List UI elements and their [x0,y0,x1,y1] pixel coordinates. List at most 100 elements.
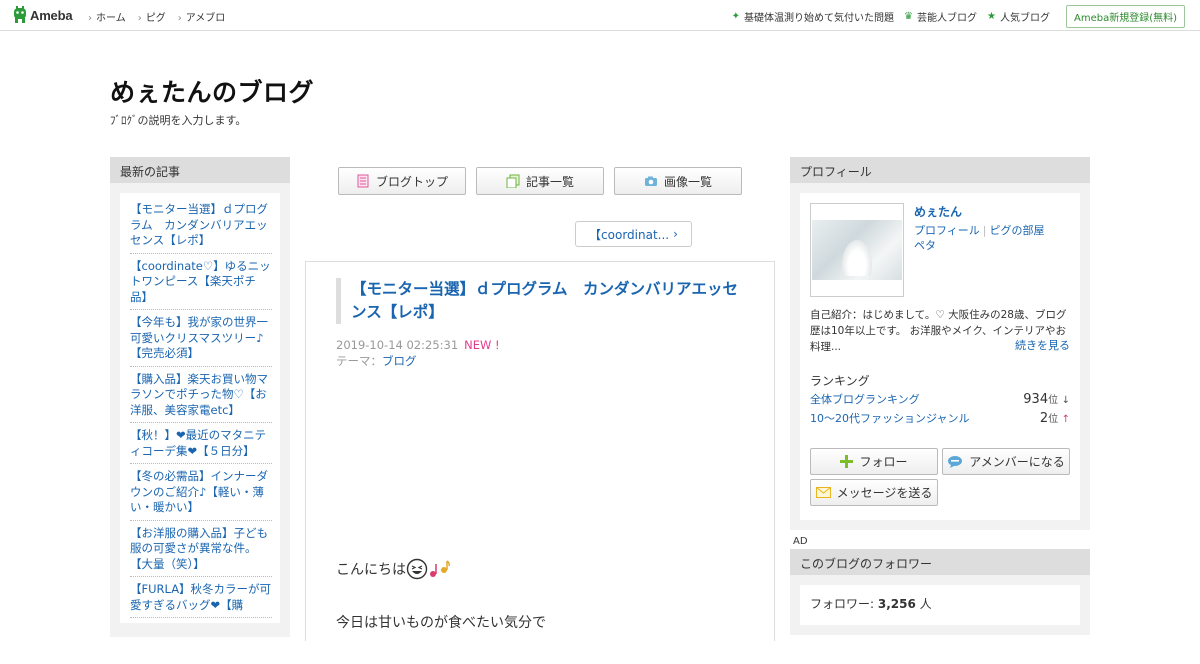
ranking-row: 全体ブログランキング 934位 ↓ [810,391,1070,407]
ranking-value: 2 [1039,411,1049,426]
list-item: 【冬の必需品】インナーダウンのご紹介♪【軽い・薄い・暖かい】 [130,464,272,521]
envelope-icon [815,487,831,498]
nav-home-link[interactable]: ホーム [88,9,126,24]
copy-icon [506,174,520,188]
follow-button[interactable]: フォロー [810,448,938,475]
entry-link[interactable]: 【FURLA】秋冬カラーが可愛すぎるバッグ❤【購 [130,582,271,612]
recent-entries-heading: 最新の記事 [110,157,290,183]
global-header: Ameba ホーム ピグ アメブロ ✦ 基礎体温測り始めて気付いた問題 ♛ 芸能… [0,0,1200,31]
entry-link[interactable]: 【モニター当選】ｄプログラム カンダンバリアエッセンス【レポ】 [130,202,268,247]
blog-title[interactable]: めぇたんのブログ [110,73,314,109]
entry-link[interactable]: 【お洋服の購入品】子ども服の可愛さが異常な件。【大量（笑）】 [130,526,268,571]
ranking-unit: 位 [1048,414,1059,425]
profile-link[interactable]: プロフィール [914,224,980,237]
profile-links: プロフィール | ピグの部屋 ペタ [914,224,1045,252]
new-badge: NEW ! [464,338,500,352]
article: 【モニター当選】ｄプログラム カンダンバリアエッセンス【レポ】 2019-10-… [305,261,775,641]
followers-body: フォロワー: 3,256 人 [800,585,1080,625]
sparkle-icon: ✦ [731,11,741,22]
entry-link[interactable]: 【今年も】我が家の世界一可愛いクリスマスツリー♪【完売必須】 [130,315,268,360]
ranking-heading: ランキング [810,374,870,388]
image-list-button[interactable]: 画像一覧 [614,167,742,195]
entry-link[interactable]: 【冬の必需品】インナーダウンのご紹介♪【軽い・薄い・暖かい】 [130,469,268,514]
previous-entry-link[interactable]: 【coordinat... › [575,221,692,247]
plus-icon [840,455,854,468]
ameba-logo-text: Ameba [30,7,73,23]
send-message-label: メッセージを送る [836,486,933,500]
profile-heading: プロフィール [790,157,1090,183]
article-text: こんにちは [336,562,406,578]
article-date: 2019-10-14 02:25:31 [336,338,459,352]
crown-icon: ♛ [904,11,914,22]
chat-bubble-icon [948,455,963,468]
list-item: 【今年も】我が家の世界一可愛いクリスマスツリー♪【完売必須】 [130,310,272,367]
register-button[interactable]: Ameba新規登録(無料) [1065,5,1185,28]
list-item: 【購入品】楽天お買い物マラソンでポチった物♡【お洋服、美容家電etc】 [130,367,272,423]
blog-nav-buttons: ブログトップ 記事一覧 画像一覧 [338,167,742,195]
entry-link[interactable]: 【秋！】❤最近のマタニティコーデ集❤【５日分】 [130,428,266,458]
blog-description: ﾌﾞﾛｸﾞの説明を入力します。 [110,114,247,127]
list-item: 【モニター当選】ｄプログラム カンダンバリアエッセンス【レポ】 [130,197,272,254]
profile-body: めぇたん プロフィール | ピグの部屋 ペタ 自己紹介：はじめまして。♡ 大阪住みの… [800,193,1080,520]
trending-topic-link[interactable]: ✦ 基礎体温測り始めて気付いた問題 [732,9,894,24]
trending-topic-label: 基礎体温測り始めて気付いた問題 [744,13,895,24]
follow-label: フォロー [859,455,908,469]
entry-link[interactable]: 【coordinate♡】ゆるニットワンピース【楽天ポチ品】 [130,259,271,304]
article-body: こんにちは 今日は甘いものが食べたい気分で [336,558,546,664]
entry-list-label: 記事一覧 [525,174,574,189]
theme-link[interactable]: ブログ [382,354,417,368]
chevron-right-icon: › [673,227,678,241]
entry-link[interactable]: 【購入品】楽天お買い物マラソンでポチった物♡【お洋服、美容家電etc】 [130,372,268,417]
list-item: 【お洋服の購入品】子ども服の可愛さが異常な件。【大量（笑）】 [130,521,272,577]
celebrity-blog-label: 芸能人ブログ [917,13,978,24]
nav-ameblo-link[interactable]: アメブロ [178,9,226,24]
image-list-label: 画像一覧 [663,174,712,189]
profile-image [812,220,902,280]
document-icon [357,174,369,188]
followers-count: 3,256 [877,597,916,611]
arrow-up-icon: ↑ [1061,414,1070,425]
theme-label: テーマ： [336,354,382,368]
list-item: 【coordinate♡】ゆるニットワンピース【楽天ポチ品】 [130,254,272,310]
ranking-label[interactable]: 10〜20代ファッションジャンル [810,410,969,426]
list-item: 【秋！】❤最近のマタニティコーデ集❤【５日分】 [130,423,272,464]
article-title[interactable]: 【モニター当選】ｄプログラム カンダンバリアエッセンス【レポ】 [336,278,746,324]
ameba-logo-icon [14,6,26,23]
entry-list-button[interactable]: 記事一覧 [476,167,604,195]
ranking-unit: 位 [1048,395,1059,406]
ranking-label[interactable]: 全体ブログランキング [810,391,920,407]
right-sidebar: プロフィール めぇたん プロフィール | ピグの部屋 ペタ 自己紹介：はじめまして。… [790,157,1090,635]
ameba-logo[interactable]: Ameba [13,6,73,24]
header-right-links: ✦ 基礎体温測り始めて気付いた問題 ♛ 芸能人ブログ ★ 人気ブログ Ameba… [732,5,1185,28]
article-paragraph: 今日は甘いものが食べたい気分で [336,612,546,632]
amember-button[interactable]: アメンバーになる [942,448,1070,475]
amember-label: アメンバーになる [969,455,1065,469]
followers-heading: このブログのフォロワー [790,549,1090,575]
followers-label: フォロワー: [810,597,875,611]
article-paragraph: こんにちは [336,558,546,580]
blog-top-label: ブログトップ [375,174,448,189]
read-more-link[interactable]: 続きを見る [1015,337,1070,353]
peta-link[interactable]: ペタ [914,239,936,252]
send-message-button[interactable]: メッセージを送る [810,479,938,506]
profile-photo[interactable] [810,203,904,297]
camera-icon [644,176,657,186]
blog-top-button[interactable]: ブログトップ [338,167,466,195]
nav-pig-link[interactable]: ピグ [138,9,166,24]
star-icon: ★ [987,11,996,22]
celebrity-blog-link[interactable]: ♛ 芸能人ブログ [904,9,977,24]
profile-name[interactable]: めぇたん [914,203,962,220]
list-item: 【FURLA】秋冬カラーが可愛すぎるバッグ❤【購 [130,577,272,618]
pig-room-link[interactable]: ピグの部屋 [990,224,1045,237]
followers-panel: このブログのフォロワー フォロワー: 3,256 人 [790,549,1090,635]
ad-label: AD [793,536,808,547]
popular-blog-label: 人気ブログ [999,13,1050,24]
article-meta: 2019-10-14 02:25:31 NEW ! テーマ：ブログ [336,337,500,369]
popular-blog-link[interactable]: ★ 人気ブログ [987,9,1050,24]
profile-panel: プロフィール めぇたん プロフィール | ピグの部屋 ペタ 自己紹介：はじめまして。… [790,157,1090,530]
article-text: 今日は甘いものが食べたい気分で [336,615,546,631]
ranking-value: 934 [1023,392,1049,407]
arrow-down-icon: ↓ [1061,395,1070,406]
followers-unit: 人 [919,597,932,611]
laughing-face-icon [406,558,428,580]
